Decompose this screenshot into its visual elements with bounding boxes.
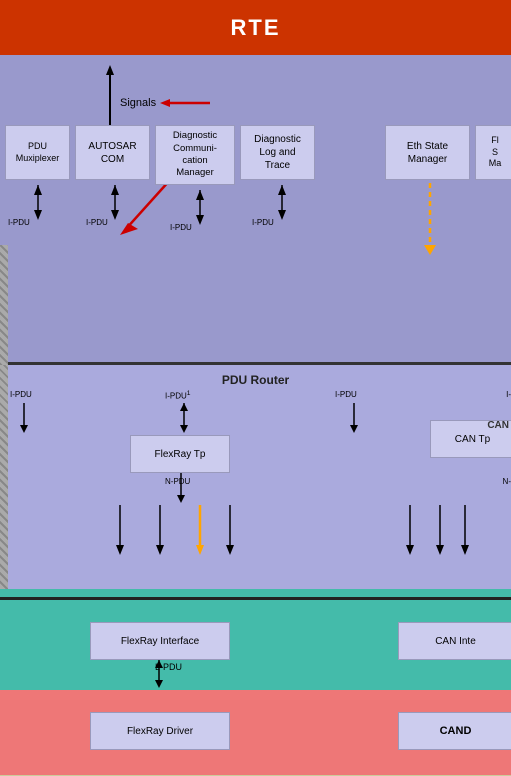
pdu-mux-box: PDUMuxiplexer — [5, 125, 70, 180]
pdu-section: PDU Router I-PDU I-PDU1 FlexRay Tp I-PDU — [0, 365, 511, 600]
page: RTE Signals PDUMuxiplexer — [0, 0, 511, 776]
signal-label: Signals — [120, 97, 156, 109]
flexray-interface-label: FlexRay Interface — [121, 635, 199, 648]
ipdu-arrow-1 — [28, 185, 48, 220]
driver-section: FlexRay Driver CAND — [0, 690, 511, 775]
eth-state-mgr-label: Eth StateManager — [407, 140, 448, 166]
ipdu-label-2: I-PDU — [86, 218, 108, 227]
orange-arrow-down — [422, 243, 438, 255]
eth-state-mgr-box: Eth StateManager — [385, 125, 470, 180]
flexray-interface-box: FlexRay Interface — [90, 622, 230, 660]
signal-label-container: Signals — [120, 95, 210, 111]
can-label: CAN — [487, 420, 509, 431]
ipdu-superscript: I-PDU1 — [165, 390, 190, 401]
ipdu-arrow-left — [18, 403, 30, 433]
rte-header: RTE — [0, 0, 511, 55]
ipdu-arrow-2 — [105, 185, 125, 220]
fl-s-ma-label: FlSMa — [489, 135, 502, 170]
interface-section: FlexRay Interface CAN Inte L-PDU — [0, 600, 511, 690]
ipdu-top-left: I-PDU — [10, 390, 32, 399]
ipdu-label-1: I-PDU — [8, 218, 30, 227]
ipdu-top-right: I-PDU — [335, 390, 357, 399]
pdu-mux-label: PDUMuxiplexer — [16, 141, 60, 164]
npdu-right: N- — [503, 477, 511, 486]
can-tp-label: CAN Tp — [455, 433, 490, 446]
teal-strip-top — [0, 589, 511, 597]
can-driver-box: CAND — [398, 712, 511, 750]
ipdu-arrow-3 — [190, 190, 210, 225]
flexray-driver-box: FlexRay Driver — [90, 712, 230, 750]
left-stripe-pdu — [0, 365, 8, 600]
ipdu-right-arrow — [348, 403, 360, 433]
can-interface-label: CAN Inte — [435, 635, 476, 648]
rte-title: RTE — [231, 15, 281, 41]
fl-s-ma-box: FlSMa — [475, 125, 511, 180]
flexray-tp-label: FlexRay Tp — [155, 448, 206, 461]
ipdu-label-3: I-PDU — [170, 223, 192, 232]
flexray-tp-box: FlexRay Tp — [130, 435, 230, 473]
diag-log-trace-label: Diagnostic Log and Trace — [254, 133, 301, 172]
autosar-com-label: AUTOSARCOM — [88, 140, 136, 166]
pdu-router-label: PDU Router — [222, 373, 289, 387]
ipdu-arrow-4 — [272, 185, 292, 220]
orange-dashed-line — [428, 183, 432, 248]
signal-red-arrow — [160, 95, 210, 111]
ipdu1-arrow — [178, 403, 190, 433]
diag-comm-mgr-box: DiagnosticCommuni-cationManager — [155, 125, 235, 185]
ipdu-label-4: I-PDU — [252, 218, 274, 227]
left-stripe — [0, 245, 8, 365]
ipdu-far-right: I- — [506, 390, 511, 399]
flexray-tp-down-arrow — [175, 473, 187, 503]
can-interface-box: CAN Inte — [398, 622, 511, 660]
can-arrows-down — [390, 505, 490, 555]
autosar-com-box: AUTOSARCOM — [75, 125, 150, 180]
can-driver-label: CAND — [440, 724, 472, 738]
diag-comm-mgr-label: DiagnosticCommuni-cationManager — [173, 130, 217, 179]
main-section: Signals PDUMuxiplexer AUTOSARCOM Diagnos… — [0, 55, 511, 365]
flexray-driver-label: FlexRay Driver — [127, 725, 193, 738]
flexray-iface-down-arrow — [153, 660, 165, 688]
diag-log-trace-box: Diagnostic Log and Trace — [240, 125, 315, 180]
multi-arrows-down — [100, 505, 260, 555]
